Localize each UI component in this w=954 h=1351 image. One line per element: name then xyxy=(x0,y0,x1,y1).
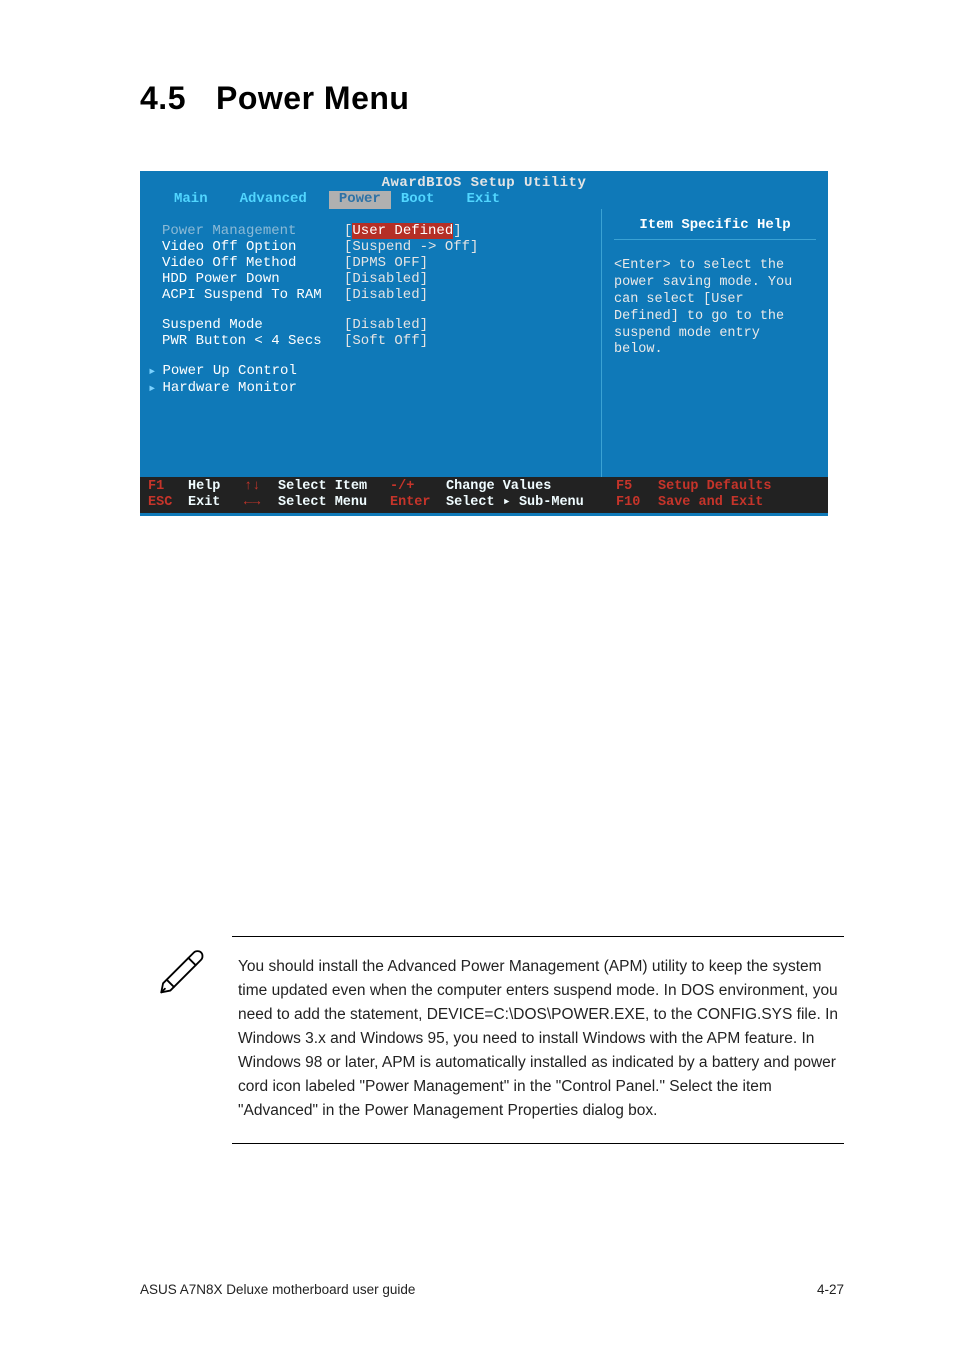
key-f1: F1 xyxy=(148,479,188,495)
lbl-select-menu: Select Menu xyxy=(278,495,390,511)
help-title: Item Specific Help xyxy=(614,217,816,240)
label-hdd-power-down: HDD Power Down xyxy=(148,271,344,287)
pencil-icon xyxy=(146,936,220,996)
lbl-save-exit: Save and Exit xyxy=(658,495,820,511)
val-acpi-suspend: [Disabled] xyxy=(344,287,428,303)
label-power-management: Power Management xyxy=(148,223,344,239)
bios-footer: F1 ESC Help Exit ↑↓ ←→ Select Item Selec… xyxy=(140,477,828,513)
row-video-off-option[interactable]: Video Off Option [Suspend -> Off] xyxy=(148,239,591,255)
footer-right: 4-27 xyxy=(817,1282,844,1297)
tab-power[interactable]: Power xyxy=(329,191,391,209)
section-heading: 4.5 Power Menu xyxy=(140,80,844,117)
triangle-icon: ▸ xyxy=(148,363,162,380)
bios-help-panel: Item Specific Help <Enter> to select the… xyxy=(602,209,828,477)
tab-boot[interactable]: Boot xyxy=(391,191,457,209)
note-block: You should install the Advanced Power Ma… xyxy=(146,936,844,1144)
lbl-select-sub: Select ▸ Sub-Menu xyxy=(446,495,616,511)
lbl-help: Help xyxy=(188,479,244,495)
bios-screenshot: AwardBIOS Setup Utility Main Advanced Po… xyxy=(140,171,828,516)
row-power-management[interactable]: Power Management [User Defined] xyxy=(148,223,591,239)
row-video-off-method[interactable]: Video Off Method [DPMS OFF] xyxy=(148,255,591,271)
triangle-icon: ▸ xyxy=(148,380,162,397)
key-enter: Enter xyxy=(390,495,446,511)
page-footer: ASUS A7N8X Deluxe motherboard user guide… xyxy=(140,1282,844,1297)
val-video-off-option: [Suspend -> Off] xyxy=(344,239,478,255)
label-video-off-option: Video Off Option xyxy=(148,239,344,255)
help-body: <Enter> to select the power saving mode.… xyxy=(614,258,816,359)
key-f10: F10 xyxy=(616,495,658,511)
key-esc: ESC xyxy=(148,495,188,511)
row-acpi-suspend[interactable]: ACPI Suspend To RAM [Disabled] xyxy=(148,287,591,303)
submenu-hardware-monitor[interactable]: ▸Hardware Monitor xyxy=(148,380,591,397)
label-hardware-monitor: Hardware Monitor xyxy=(162,380,296,397)
footer-left: ASUS A7N8X Deluxe motherboard user guide xyxy=(140,1282,415,1297)
heading-text: Power Menu xyxy=(216,80,409,116)
val-hdd-power-down: [Disabled] xyxy=(344,271,428,287)
label-suspend-mode: Suspend Mode xyxy=(148,317,344,333)
lbl-select-item: Select Item xyxy=(278,479,390,495)
val-suspend-mode: [Disabled] xyxy=(344,317,428,333)
bios-tabs: Main Advanced Power Boot Exit xyxy=(140,191,828,209)
key-f5: F5 xyxy=(616,479,658,495)
tab-advanced[interactable]: Advanced xyxy=(230,191,329,209)
tab-exit[interactable]: Exit xyxy=(456,191,522,209)
tab-main[interactable]: Main xyxy=(164,191,230,209)
heading-number: 4.5 xyxy=(140,80,186,117)
row-pwr-button[interactable]: PWR Button < 4 Secs [Soft Off] xyxy=(148,333,591,349)
lbl-change-values: Change Values xyxy=(446,479,616,495)
key-arrows-h: ←→ xyxy=(244,495,278,511)
note-text: You should install the Advanced Power Ma… xyxy=(232,936,844,1144)
val-video-off-method: [DPMS OFF] xyxy=(344,255,428,271)
bios-title: AwardBIOS Setup Utility xyxy=(140,171,828,191)
key-minus-plus: -/+ xyxy=(390,479,446,495)
label-acpi-suspend: ACPI Suspend To RAM xyxy=(148,287,344,303)
key-arrows-v: ↑↓ xyxy=(244,479,278,495)
row-suspend-mode[interactable]: Suspend Mode [Disabled] xyxy=(148,317,591,333)
lbl-exit: Exit xyxy=(188,495,244,511)
submenu-power-up-control[interactable]: ▸Power Up Control xyxy=(148,363,591,380)
val-power-management: User Defined xyxy=(352,223,453,239)
label-power-up-control: Power Up Control xyxy=(162,363,296,380)
row-hdd-power-down[interactable]: HDD Power Down [Disabled] xyxy=(148,271,591,287)
lbl-setup-defaults: Setup Defaults xyxy=(658,479,820,495)
bios-left-panel: Power Management [User Defined] Video Of… xyxy=(140,209,602,477)
val-pwr-button: [Soft Off] xyxy=(344,333,428,349)
label-pwr-button: PWR Button < 4 Secs xyxy=(148,333,344,349)
label-video-off-method: Video Off Method xyxy=(148,255,344,271)
